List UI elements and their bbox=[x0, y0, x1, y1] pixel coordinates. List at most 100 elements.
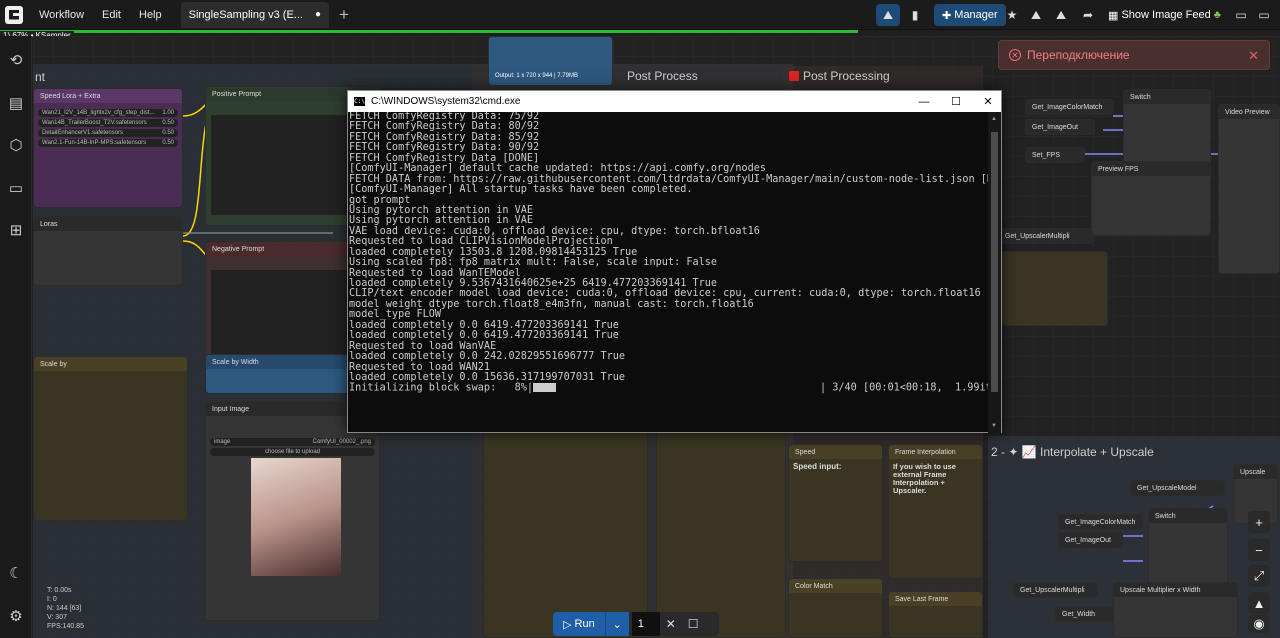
upscale-multiplier-node[interactable]: Upscale Multiplier x Width bbox=[1113, 582, 1238, 638]
stat-i: I: 0 bbox=[47, 596, 57, 603]
get-upscalemodel-node[interactable]: Get_UpscaleModel bbox=[1130, 480, 1225, 496]
lora-widget-4[interactable]: Wan2.1-Fun-14B-InP-MPS.safetensors 0.50 bbox=[38, 139, 178, 147]
frame-interp-text: If you wish to use external Frame Interp… bbox=[893, 462, 956, 495]
zoom-out-button[interactable]: − bbox=[1248, 539, 1270, 561]
color-match-note[interactable]: Color Match bbox=[788, 578, 883, 638]
stat-t: T: 0.00s bbox=[47, 587, 72, 594]
menu-help[interactable]: Help bbox=[130, 9, 171, 21]
menu-edit[interactable]: Edit bbox=[93, 9, 130, 21]
speed-lora-node[interactable]: Speed Lora + Extra Wan21_I2V_14B_lightx2… bbox=[33, 88, 183, 208]
get-upscalermultipli-2-node[interactable]: Get_UpscalerMultipli bbox=[1013, 582, 1098, 598]
upload-button[interactable]: choose file to upload bbox=[210, 448, 375, 456]
top-bar: Workflow Edit Help SingleSampling v3 (E.… bbox=[0, 0, 1280, 30]
upscale-multiplier-title: Upscale Multiplier x Width bbox=[1114, 583, 1237, 597]
settings-gear-icon[interactable]: ⚙ bbox=[7, 607, 25, 625]
cancel-icon[interactable]: ✕ bbox=[666, 617, 676, 631]
get-upscalermultipli-node[interactable]: Get_UpscalerMultipli bbox=[998, 228, 1093, 244]
get-width-title: Get_Width bbox=[1056, 607, 1114, 621]
model-icon[interactable]: ⛰ bbox=[1027, 4, 1045, 26]
set-fps-node[interactable]: Set_FPS bbox=[1025, 147, 1085, 163]
canvas-mode-icon[interactable]: ⛰ bbox=[876, 4, 900, 26]
lora-widget-1[interactable]: Wan21_I2V_14B_lightx2v_cfg_step_dist... 1… bbox=[38, 109, 178, 117]
save-last-frame-note[interactable]: Save Last Frame bbox=[888, 591, 983, 638]
image-select[interactable]: image ComfyUI_00002_.png bbox=[210, 438, 375, 446]
block-swap-bar bbox=[533, 383, 557, 393]
get-upscalemodel-title: Get_UpscaleModel bbox=[1131, 481, 1224, 495]
toggle-panel-icon[interactable]: ▭ bbox=[1233, 4, 1249, 26]
cmd-title: C:\WINDOWS\system32\cmd.exe bbox=[371, 96, 521, 107]
workflow-tab[interactable]: SingleSampling v3 (E... ● bbox=[180, 1, 330, 28]
theme-moon-icon[interactable]: ☾ bbox=[7, 564, 25, 582]
progress-prefix: Initializing block swap: 8%| bbox=[349, 382, 534, 394]
get-imageout-2-node[interactable]: Get_ImageOut bbox=[1058, 532, 1123, 548]
history-icon[interactable]: ⛰ bbox=[1052, 4, 1070, 26]
set-fps-title: Set_FPS bbox=[1026, 148, 1084, 162]
minimize-button[interactable]: — bbox=[908, 91, 940, 112]
video-preview-node[interactable]: Video Preview bbox=[1218, 104, 1280, 274]
loras-title: Loras bbox=[34, 217, 182, 231]
frame-interpolation-note[interactable]: Frame Interpolation If you wish to use e… bbox=[888, 444, 983, 579]
reconnect-text: Переподключение bbox=[1027, 48, 1130, 62]
instructions-note[interactable] bbox=[483, 431, 648, 638]
get-width-node[interactable]: Get_Width bbox=[1055, 606, 1115, 622]
star-icon[interactable]: ★ bbox=[1003, 4, 1021, 26]
get-imagecolormatch-2-node[interactable]: Get_ImageColorMatch bbox=[1058, 514, 1143, 530]
loras-node[interactable]: Loras bbox=[33, 216, 183, 286]
lora-widget-2[interactable]: Wan14B_TrailerBoost_T2V.safetensors 0.50 bbox=[38, 119, 178, 127]
get-imageout-title: Get_ImageOut bbox=[1026, 120, 1094, 134]
unsaved-dot-icon[interactable]: ● bbox=[315, 9, 321, 20]
get-imageout-2-title: Get_ImageOut bbox=[1059, 533, 1122, 547]
run-dropdown-icon[interactable]: ⌄ bbox=[604, 612, 629, 636]
scroll-thumb[interactable] bbox=[991, 132, 998, 392]
preview-fps-title: Preview FPS bbox=[1092, 162, 1210, 176]
error-circle-icon: ✕ bbox=[1009, 49, 1021, 61]
add-tab-button[interactable]: + bbox=[339, 5, 349, 25]
color-match-title: Color Match bbox=[789, 579, 882, 593]
manager-button[interactable]: ✚ Manager bbox=[934, 4, 1006, 26]
menu-workflow[interactable]: Workflow bbox=[30, 9, 93, 21]
cmd-window[interactable]: C:\ C:\WINDOWS\system32\cmd.exe — ☐ ✕ FE… bbox=[347, 90, 1002, 433]
maximize-button[interactable]: ☐ bbox=[940, 91, 972, 112]
stop-icon[interactable]: ☐ bbox=[688, 617, 699, 631]
scale-by-note[interactable]: Scale by bbox=[33, 356, 188, 521]
folder-icon[interactable]: ▭ bbox=[7, 179, 25, 197]
preview-note[interactable] bbox=[998, 251, 1108, 326]
get-imagecolormatch-2-title: Get_ImageColorMatch bbox=[1059, 515, 1142, 529]
cmd-line: model weight dtype torch.float8_e4m3fn, … bbox=[349, 298, 754, 310]
fit-view-button[interactable]: ⤢ bbox=[1248, 565, 1270, 587]
switch-node[interactable]: Switch bbox=[1123, 89, 1211, 169]
speed-note[interactable]: Speed Speed input: bbox=[788, 444, 883, 562]
history-icon[interactable]: ⟲ bbox=[7, 51, 25, 69]
preview-fps-node[interactable]: Preview FPS bbox=[1091, 161, 1211, 236]
close-icon[interactable]: ✕ bbox=[1248, 48, 1259, 64]
more-icon[interactable]: ▭ bbox=[1256, 4, 1272, 26]
lora-widget-3[interactable]: DetailEnhancerV1.safetensors 0.50 bbox=[38, 129, 178, 137]
run-button[interactable]: ▷ Run bbox=[553, 612, 605, 636]
show-image-feed-button[interactable]: ▦ Show Image Feed ♣ bbox=[1108, 4, 1221, 26]
run-label: Run bbox=[574, 618, 595, 630]
cmd-scrollbar[interactable]: ▲ ▼ bbox=[988, 112, 1001, 433]
get-imagecolormatch-node[interactable]: Get_ImageColorMatch bbox=[1025, 99, 1113, 115]
queue-icon[interactable]: ▤ bbox=[7, 94, 25, 112]
switch-title: Switch bbox=[1124, 90, 1210, 104]
zoom-in-button[interactable]: + bbox=[1248, 511, 1270, 533]
comfy-logo-icon[interactable] bbox=[5, 5, 23, 24]
get-imageout-node[interactable]: Get_ImageOut bbox=[1025, 119, 1095, 135]
input-image-node[interactable]: Input Image image ComfyUI_00002_.png choo… bbox=[205, 401, 380, 621]
resize-node[interactable]: Output: 1 x 720 x 944 | 7.79MB bbox=[488, 36, 613, 86]
cmd-line: Using scaled fp8: fp8 matrix mult: False… bbox=[349, 257, 718, 269]
cmd-output[interactable]: FETCH ComfyRegistry Data: 75/92 FETCH Com… bbox=[348, 112, 988, 432]
scroll-up-icon[interactable]: ▲ bbox=[991, 116, 997, 122]
visibility-icon[interactable]: ◉ bbox=[1248, 615, 1270, 633]
cmd-title-bar[interactable]: C:\ C:\WINDOWS\system32\cmd.exe — ☐ ✕ bbox=[348, 91, 1001, 112]
scroll-down-icon[interactable]: ▼ bbox=[991, 423, 997, 429]
bookmark-icon[interactable]: ▮ bbox=[905, 4, 925, 26]
close-window-button[interactable]: ✕ bbox=[972, 91, 1004, 112]
instructions-note-2[interactable] bbox=[656, 431, 786, 638]
workflows-icon[interactable]: ⊞ bbox=[7, 221, 25, 239]
switch-2-node[interactable]: Switch bbox=[1148, 508, 1228, 588]
lock-icon[interactable]: ▲ bbox=[1248, 592, 1270, 614]
share-icon[interactable]: ➦ bbox=[1079, 4, 1097, 26]
node-library-icon[interactable]: ⬡ bbox=[7, 136, 25, 154]
run-count-input[interactable]: 1 bbox=[631, 612, 660, 636]
